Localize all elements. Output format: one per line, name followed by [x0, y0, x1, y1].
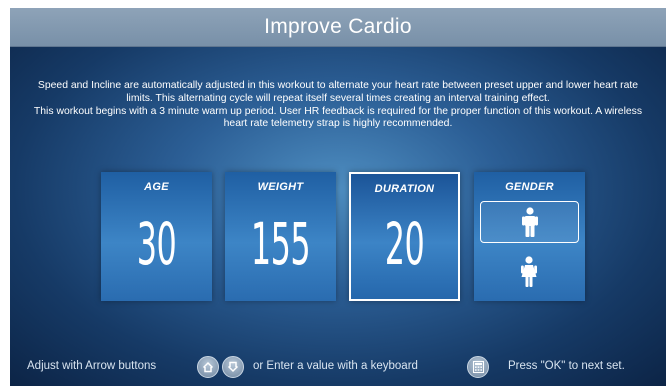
description-paragraph-2: This workout begins with a 3 minute warm…	[33, 105, 643, 130]
gender-label: GENDER	[505, 181, 554, 193]
weight-value: 155	[250, 210, 311, 278]
ok-instruction: Press "OK" to next set.	[508, 360, 625, 372]
footer-instructions: Adjust with Arrow buttons or Enter a val…	[10, 354, 666, 378]
workout-screen: Improve Cardio Speed and Incline are aut…	[10, 8, 666, 386]
gender-female-option[interactable]	[480, 252, 577, 292]
male-icon	[521, 207, 538, 237]
age-label: AGE	[144, 181, 169, 193]
duration-value: 20	[384, 210, 425, 278]
keyboard-icon	[472, 361, 484, 373]
gender-card[interactable]: GENDER	[474, 172, 585, 301]
weight-label: WEIGHT	[257, 181, 304, 193]
female-icon	[520, 256, 537, 287]
keyboard-button[interactable]	[467, 356, 489, 378]
keyboard-instruction: or Enter a value with a keyboard	[253, 360, 418, 372]
duration-label: DURATION	[374, 183, 435, 195]
duration-card[interactable]: DURATION 20	[349, 172, 460, 301]
title-bar: Improve Cardio	[10, 8, 666, 47]
settings-cards: AGE 30 WEIGHT 155 DURATION 20 GENDER	[101, 172, 586, 302]
workout-description: Speed and Incline are automatically adju…	[30, 80, 646, 131]
arrow-down-icon	[227, 361, 239, 373]
arrow-down-button[interactable]	[222, 356, 244, 378]
arrow-up-icon	[202, 361, 214, 373]
age-value: 30	[136, 210, 177, 278]
adjust-instruction: Adjust with Arrow buttons	[27, 360, 157, 372]
arrow-up-button[interactable]	[197, 356, 219, 378]
description-paragraph-1: Speed and Incline are automatically adju…	[37, 80, 639, 104]
weight-card[interactable]: WEIGHT 155	[225, 172, 336, 301]
gender-male-option[interactable]	[480, 201, 579, 243]
age-card[interactable]: AGE 30	[101, 172, 212, 301]
page-title: Improve Cardio	[264, 15, 412, 38]
